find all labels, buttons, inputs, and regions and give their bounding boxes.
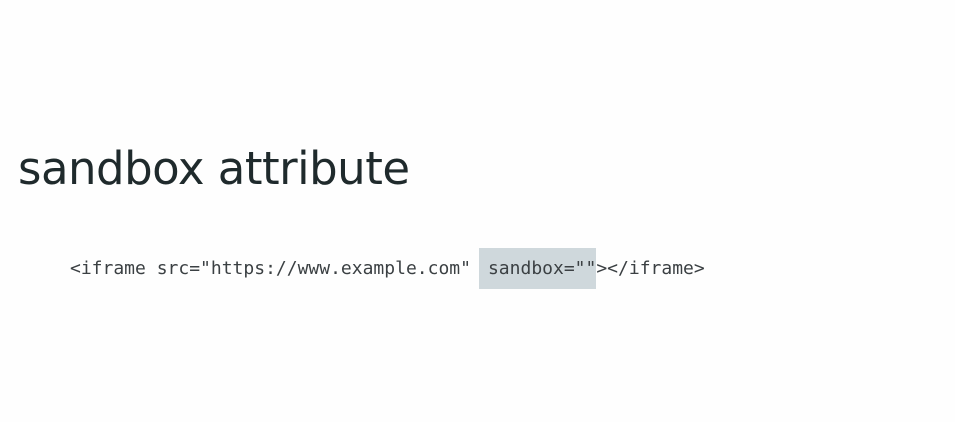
slide: sandbox attribute <iframe src="https://w…: [0, 0, 955, 422]
slide-title: sandbox attribute: [18, 142, 410, 195]
code-snippet: <iframe src="https://www.example.com" san…: [70, 248, 705, 289]
code-iframe-close: ></iframe>: [596, 258, 705, 279]
code-iframe-open: <iframe src="https://www.example.com": [70, 258, 471, 279]
code-sandbox-highlight: sandbox="": [478, 248, 597, 289]
